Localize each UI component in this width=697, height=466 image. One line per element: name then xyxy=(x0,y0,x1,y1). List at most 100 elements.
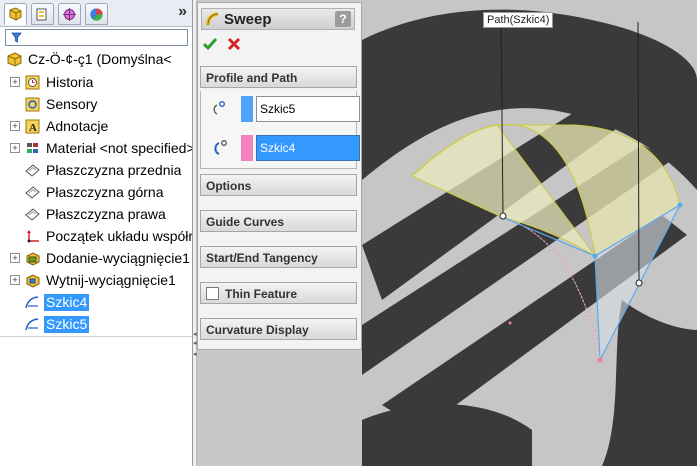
tree-item-front-plane[interactable]: Płaszczyzna przednia xyxy=(0,160,192,181)
profile-selection-box[interactable]: Szkic5 xyxy=(256,96,360,122)
origin-icon xyxy=(24,228,41,245)
group-curvature-display[interactable]: Curvature Display xyxy=(200,318,357,340)
sketch-point xyxy=(597,357,603,363)
feature-manager-tab[interactable] xyxy=(4,3,27,25)
tree-divider xyxy=(0,336,192,339)
group-title: Guide Curves xyxy=(206,215,285,229)
expand-toggle[interactable]: + xyxy=(10,253,20,263)
group-thin-feature[interactable]: Thin Feature xyxy=(200,282,357,304)
property-manager-tab[interactable] xyxy=(31,3,54,25)
path-icon xyxy=(209,139,229,160)
path-callout-label[interactable]: Path(Szkic4) xyxy=(483,12,554,28)
tree-item-label: Płaszczyzna górna xyxy=(46,184,164,200)
tree-item-label: Materiał <not specified> xyxy=(46,140,193,156)
path-color-swatch xyxy=(241,135,253,161)
group-start-end-tangency[interactable]: Start/End Tangency xyxy=(200,246,357,268)
cancel-button[interactable] xyxy=(226,36,242,55)
tree-item-adnotacje[interactable]: + A Adnotacje xyxy=(0,116,192,137)
filter-icon xyxy=(11,32,22,43)
material-icon xyxy=(24,140,41,157)
tree-item-label: Szkic4 xyxy=(44,294,90,311)
viewport-canvas[interactable] xyxy=(362,0,697,466)
sensor-icon xyxy=(24,96,41,113)
tree-item-label: Płaszczyzna przednia xyxy=(46,162,182,178)
graphics-viewport[interactable] xyxy=(362,0,697,466)
group-title: Start/End Tangency xyxy=(206,251,318,265)
tree-item-label: Wytnij-wyciągnięcie1 xyxy=(46,272,176,288)
profile-color-swatch xyxy=(241,96,253,122)
expand-toggle[interactable]: + xyxy=(10,143,20,153)
annotation-icon: A xyxy=(24,118,41,135)
plane-icon xyxy=(24,184,41,201)
part-icon xyxy=(6,51,23,68)
tree-item-sensory[interactable]: Sensory xyxy=(0,94,192,115)
profile-handle-point[interactable] xyxy=(635,279,643,287)
configuration-manager-icon xyxy=(63,7,76,21)
tree-tab-bar: » xyxy=(0,0,192,27)
feature-manager-icon xyxy=(9,6,22,21)
sketch-point xyxy=(592,253,598,259)
tree-item-label: Dodanie-wyciągnięcie1 xyxy=(46,250,190,266)
checkmark-icon xyxy=(202,38,218,51)
tree-item-sketch5[interactable]: Szkic5 xyxy=(0,314,192,335)
tree-item-extrude[interactable]: + Dodanie-wyciągnięcie1 xyxy=(0,248,192,269)
profile-selection-row: Szkic5 xyxy=(201,95,360,125)
plane-icon xyxy=(24,206,41,223)
group-guide-curves[interactable]: Guide Curves xyxy=(200,210,357,232)
thin-feature-checkbox[interactable] xyxy=(206,287,219,300)
tree-item-historia[interactable]: + Historia xyxy=(0,72,192,93)
sketch-icon xyxy=(24,316,41,333)
tree-item-label: Szkic5 xyxy=(44,316,90,333)
tree-filter-box[interactable] xyxy=(5,29,188,46)
sweep-property-manager: Sweep ? Profile and Path Szkic5 Szkic4 O… xyxy=(197,2,362,350)
property-manager-icon xyxy=(36,8,47,20)
svg-text:A: A xyxy=(29,122,37,134)
tree-item-label: Początek układu współrzędnych xyxy=(46,228,193,244)
tree-root-label: Cz-Ö-¢-ç1 (Domyślna< xyxy=(28,51,172,67)
display-manager-tab[interactable] xyxy=(85,3,108,25)
extrude-icon xyxy=(24,250,41,267)
expand-toggle[interactable]: + xyxy=(10,275,20,285)
group-title: Curvature Display xyxy=(206,323,309,337)
tree-item-label: Płaszczyzna prawa xyxy=(46,206,166,222)
sketch-icon xyxy=(24,294,41,311)
expand-toggle[interactable]: + xyxy=(10,121,20,131)
tree-item-label: Adnotacje xyxy=(46,118,109,134)
close-icon xyxy=(227,37,241,51)
property-manager-title-bar: Sweep ? xyxy=(201,8,355,30)
group-title: Options xyxy=(206,179,252,193)
cut-extrude-icon xyxy=(24,272,41,289)
plane-icon xyxy=(24,162,41,179)
tree-item-sketch4[interactable]: Szkic4 xyxy=(0,292,192,313)
tree-item-label: Sensory xyxy=(46,96,98,112)
display-manager-icon xyxy=(90,7,103,21)
sweep-icon xyxy=(205,11,222,31)
profile-and-path-body: Szkic5 Szkic4 xyxy=(200,91,360,169)
history-icon xyxy=(24,74,41,91)
tree-root-part[interactable]: Cz-Ö-¢-ç1 (Domyślna< xyxy=(0,49,192,70)
path-handle-point[interactable] xyxy=(499,212,507,220)
group-options[interactable]: Options xyxy=(200,174,357,196)
group-profile-and-path[interactable]: Profile and Path xyxy=(200,66,357,88)
group-title: Thin Feature xyxy=(225,287,298,301)
help-button[interactable]: ? xyxy=(335,11,351,27)
tree-item-label: Historia xyxy=(46,74,94,90)
ok-button[interactable] xyxy=(202,36,218,55)
group-title: Profile and Path xyxy=(206,71,298,85)
feature-tree-panel: » Cz-Ö-¢-ç1 (Domyślna< + Historia Sensor… xyxy=(0,0,193,466)
profile-icon xyxy=(209,100,229,121)
sketch-point xyxy=(508,321,512,325)
sketch-point xyxy=(677,202,683,208)
tree-item-right-plane[interactable]: Płaszczyzna prawa xyxy=(0,204,192,225)
property-manager-title: Sweep xyxy=(224,11,272,28)
tree-more-button[interactable]: » xyxy=(178,3,187,21)
tree-item-origin[interactable]: Początek układu współrzędnych xyxy=(0,226,193,247)
tree-item-cut-extrude[interactable]: + Wytnij-wyciągnięcie1 xyxy=(0,270,192,291)
expand-toggle[interactable]: + xyxy=(10,77,20,87)
path-selection-box[interactable]: Szkic4 xyxy=(256,135,360,161)
path-selection-row: Szkic4 xyxy=(201,134,360,164)
tree-item-material[interactable]: + Materiał <not specified> xyxy=(0,138,193,159)
tree-item-top-plane[interactable]: Płaszczyzna górna xyxy=(0,182,192,203)
configuration-manager-tab[interactable] xyxy=(58,3,81,25)
collapse-left-arrow-icon[interactable]: ◂ xyxy=(193,351,197,358)
